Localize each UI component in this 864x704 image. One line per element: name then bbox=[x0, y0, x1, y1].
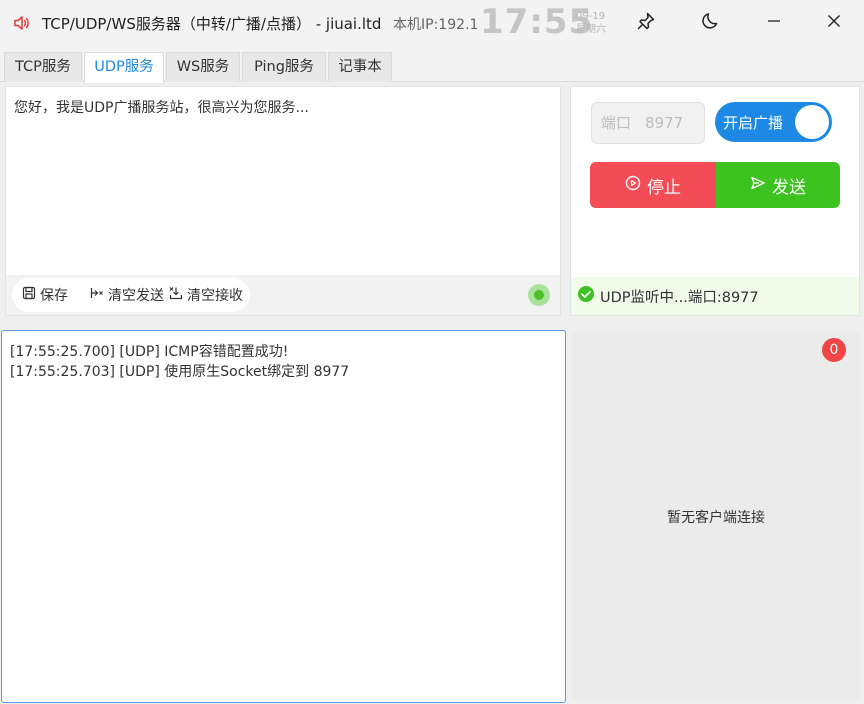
tab-notepad[interactable]: 记事本 bbox=[328, 52, 392, 82]
tab-bar: TCP服务 UDP服务 WS服务 Ping服务 记事本 bbox=[0, 46, 864, 83]
send-icon bbox=[750, 175, 772, 196]
toggle-knob bbox=[795, 105, 829, 139]
speaker-icon bbox=[13, 14, 31, 32]
connection-status-indicator bbox=[528, 284, 550, 306]
minimize-icon bbox=[766, 13, 782, 33]
save-icon bbox=[22, 286, 40, 304]
client-count-badge: 0 bbox=[822, 338, 846, 362]
log-panel[interactable]: [17:55:25.700] [UDP] ICMP容错配置成功! [17:55:… bbox=[1, 330, 566, 703]
stop-icon bbox=[625, 175, 647, 196]
save-label: 保存 bbox=[40, 288, 68, 304]
clock-weekday: 星期六 bbox=[576, 24, 606, 35]
port-field[interactable]: 端口 8977 bbox=[591, 102, 705, 144]
tab-tcp[interactable]: TCP服务 bbox=[4, 52, 82, 82]
title-bar: TCP/UDP/WS服务器（中转/广播/点播） - jiuai.ltd 本机IP… bbox=[0, 0, 864, 46]
pin-button[interactable] bbox=[620, 0, 672, 46]
no-clients-message: 暂无客户端连接 bbox=[667, 510, 765, 526]
minimize-button[interactable] bbox=[748, 0, 800, 46]
control-panel: 端口 8977 开启广播 停止 发送 UDP监听中...端口:8977 bbox=[570, 86, 860, 316]
clients-panel: 0 暂无客户端连接 bbox=[572, 333, 860, 699]
send-label: 发送 bbox=[772, 177, 806, 198]
tab-ws[interactable]: WS服务 bbox=[166, 52, 240, 82]
listen-status-text: UDP监听中...端口:8977 bbox=[600, 289, 759, 306]
listen-status: UDP监听中...端口:8977 bbox=[571, 277, 859, 315]
broadcast-toggle[interactable]: 开启广播 bbox=[715, 102, 832, 142]
close-button[interactable] bbox=[808, 0, 860, 46]
clear-send-button[interactable]: 清空发送 bbox=[90, 278, 164, 312]
close-icon bbox=[826, 13, 842, 33]
window-title: TCP/UDP/WS服务器（中转/广播/点播） - jiuai.ltd bbox=[42, 15, 382, 33]
stop-label: 停止 bbox=[647, 177, 681, 198]
pin-icon bbox=[636, 11, 656, 35]
send-button[interactable]: 发送 bbox=[716, 162, 840, 208]
broadcast-toggle-label: 开启广播 bbox=[723, 114, 784, 132]
tab-ping[interactable]: Ping服务 bbox=[242, 52, 326, 82]
message-input[interactable]: 您好，我是UDP广播服务站，很高兴为您服务... bbox=[14, 97, 309, 117]
clear-send-label: 清空发送 bbox=[108, 288, 164, 304]
message-editor-panel: 您好，我是UDP广播服务站，很高兴为您服务... 保存 清空发送 清空接收 bbox=[5, 86, 561, 316]
stop-button[interactable]: 停止 bbox=[590, 162, 716, 208]
tool-group: 保存 清空发送 清空接收 bbox=[12, 278, 250, 312]
moon-icon bbox=[701, 11, 721, 35]
clear-receive-label: 清空接收 bbox=[187, 288, 243, 304]
port-label: 端口 bbox=[601, 114, 632, 132]
message-toolbar: 保存 清空发送 清空接收 bbox=[6, 275, 560, 315]
save-button[interactable]: 保存 bbox=[22, 278, 68, 312]
tab-udp[interactable]: UDP服务 bbox=[84, 52, 164, 83]
clear-receive-button[interactable]: 清空接收 bbox=[169, 278, 243, 312]
log-line: [17:55:25.700] [UDP] ICMP容错配置成功! bbox=[10, 344, 289, 360]
clear-send-icon bbox=[90, 286, 108, 304]
clock-date-day: 09-19 bbox=[576, 11, 606, 22]
theme-toggle-button[interactable] bbox=[685, 0, 737, 46]
local-ip-label: 本机IP:192.1 bbox=[393, 17, 479, 33]
check-circle-icon bbox=[577, 285, 600, 307]
port-value: 8977 bbox=[645, 114, 684, 132]
clear-receive-icon bbox=[169, 286, 187, 304]
log-line: [17:55:25.703] [UDP] 使用原生Socket绑定到 8977 bbox=[10, 364, 350, 380]
clock-date: 09-19 星期六 bbox=[576, 10, 606, 36]
